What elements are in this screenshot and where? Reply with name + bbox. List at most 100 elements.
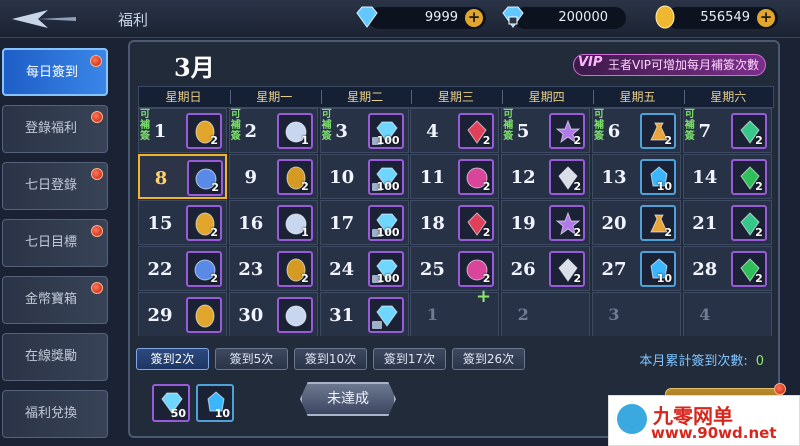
- diamond-reward-icon[interactable]: [367, 297, 404, 333]
- calendar-day[interactable]: 28 2: [682, 246, 772, 291]
- calendar-day[interactable]: 10 100: [319, 154, 409, 199]
- crystal-reward-icon[interactable]: 10: [640, 251, 676, 287]
- calendar-day[interactable]: 31: [319, 292, 409, 336]
- calendar-day[interactable]: 可補簽 7 2: [682, 108, 772, 153]
- orb-reward-icon[interactable]: 2: [458, 159, 495, 195]
- day-number: 27: [601, 259, 627, 280]
- diamond-reward-icon[interactable]: 100: [367, 113, 404, 149]
- reward-quantity: 2: [482, 226, 491, 239]
- sidebar-item-label: 在線獎勵: [25, 349, 78, 364]
- vip-text: 王者VIP可增加每月補簽次數: [608, 58, 759, 72]
- gem-reward-icon[interactable]: 2: [730, 113, 767, 149]
- tab-milestone-0[interactable]: 簽到2次: [136, 348, 209, 370]
- calendar-day[interactable]: 29: [138, 292, 227, 336]
- calendar-day[interactable]: 42: [410, 108, 500, 153]
- gold-reward-icon[interactable]: 2: [186, 113, 222, 149]
- sidebar-item-1[interactable]: 登錄福利: [2, 105, 108, 153]
- calendar-day[interactable]: 可補簽 3 100: [319, 108, 409, 153]
- calendar-day[interactable]: 13 10: [592, 154, 681, 199]
- orb-reward-icon[interactable]: 1: [276, 205, 313, 241]
- diamond-reward-icon[interactable]: 100: [367, 159, 404, 195]
- sidebar-item-0[interactable]: 每日簽到: [2, 48, 108, 96]
- sidebar-item-4[interactable]: 金幣寶箱: [2, 276, 108, 324]
- diamond-milestone-reward-icon[interactable]: 50: [152, 384, 190, 422]
- calendar-day[interactable]: 14 2: [682, 154, 772, 199]
- sidebar-item-5[interactable]: 在線獎勵: [2, 333, 108, 381]
- gold-reward-icon[interactable]: 2: [276, 251, 313, 287]
- diamond-reward-icon[interactable]: 100: [367, 251, 404, 287]
- calendar-day[interactable]: 92: [228, 154, 318, 199]
- calendar-day[interactable]: 17 100: [319, 200, 409, 245]
- calendar-day[interactable]: 27 10: [592, 246, 681, 291]
- orb-reward-icon[interactable]: 2: [187, 160, 223, 196]
- calendar-day[interactable]: 11 2: [410, 154, 500, 199]
- calendar-day[interactable]: 22 2: [138, 246, 227, 291]
- calendar-day[interactable]: 3: [592, 292, 681, 336]
- sidebar-item-3[interactable]: 七日目標: [2, 219, 108, 267]
- calendar-day[interactable]: 19 2: [501, 200, 591, 245]
- sidebar-item-2[interactable]: 七日登錄: [2, 162, 108, 210]
- day-number: 26: [510, 259, 536, 280]
- star-reward-icon[interactable]: 2: [549, 205, 586, 241]
- gem-reward-icon[interactable]: 2: [549, 159, 586, 195]
- calendar-day[interactable]: 可補簽 2 1: [228, 108, 318, 153]
- gem-reward-icon[interactable]: 2: [730, 205, 767, 241]
- crystal-milestone-reward-icon[interactable]: 10: [196, 384, 234, 422]
- calendar-day[interactable]: 4: [682, 292, 772, 336]
- tab-milestone-1[interactable]: 簽到5次: [215, 348, 288, 370]
- calendar-day[interactable]: 16 1: [228, 200, 318, 245]
- bag-reward-icon[interactable]: 2: [640, 113, 676, 149]
- calendar-day[interactable]: 24 100: [319, 246, 409, 291]
- calendar-day[interactable]: 2: [501, 292, 591, 336]
- reward-quantity: 100: [376, 272, 400, 285]
- gem-reward-icon[interactable]: 2: [730, 251, 767, 287]
- calendar-day[interactable]: 12 2: [501, 154, 591, 199]
- not-achieved-button[interactable]: 未達成: [300, 382, 396, 416]
- back-arrow-icon[interactable]: [8, 6, 78, 32]
- calendar-day[interactable]: 23 2: [228, 246, 318, 291]
- gem-reward-icon[interactable]: 2: [458, 113, 495, 149]
- calendar-day[interactable]: 30: [228, 292, 318, 336]
- crystal-reward-icon[interactable]: 10: [640, 159, 676, 195]
- orb-reward-icon[interactable]: 1: [276, 113, 313, 149]
- day-number: 9: [244, 167, 258, 188]
- bag-reward-icon[interactable]: 2: [640, 205, 676, 241]
- calendar-day[interactable]: 26 2: [501, 246, 591, 291]
- diamond-reward-icon[interactable]: 100: [367, 205, 404, 241]
- calendar-day[interactable]: 15 2: [138, 200, 227, 245]
- gold-reward-icon[interactable]: 2: [186, 205, 222, 241]
- calendar-day[interactable]: 可補簽 6 2: [592, 108, 681, 153]
- reward-quantity: 100: [376, 226, 400, 239]
- day-number: 17: [329, 213, 355, 234]
- tab-milestone-3[interactable]: 簽到17次: [373, 348, 446, 370]
- gold-reward-icon[interactable]: 2: [276, 159, 313, 195]
- orb-reward-icon[interactable]: [276, 297, 313, 333]
- day-number: 8: [154, 168, 168, 189]
- orb-reward-icon[interactable]: 2: [458, 251, 495, 287]
- vip-banner[interactable]: VIP 王者VIP可增加每月補簽次數: [573, 54, 766, 76]
- gem-reward-icon[interactable]: 2: [458, 205, 495, 241]
- calendar-day[interactable]: 可補簽 1 2: [138, 108, 227, 153]
- calendar-day[interactable]: 18 2: [410, 200, 500, 245]
- add-diamond-button[interactable]: +: [465, 9, 483, 27]
- sidebar-item-6[interactable]: 福利兌換: [2, 390, 108, 438]
- calendar-day[interactable]: 21 2: [682, 200, 772, 245]
- tab-milestone-2[interactable]: 簽到10次: [294, 348, 367, 370]
- calendar-day[interactable]: 可補簽 5 2: [501, 108, 591, 153]
- month-title: 3月: [174, 53, 215, 82]
- add-gold-button[interactable]: +: [757, 9, 775, 27]
- calendar-day[interactable]: 82: [138, 154, 227, 199]
- calendar-day[interactable]: 20 2: [592, 200, 681, 245]
- gem-reward-icon[interactable]: 2: [730, 159, 767, 195]
- weekday-separator: [229, 90, 231, 104]
- gem-reward-icon[interactable]: 2: [549, 251, 586, 287]
- day-number: 15: [147, 213, 173, 234]
- gold-reward-icon[interactable]: [186, 297, 222, 333]
- orb-reward-icon[interactable]: 2: [186, 251, 222, 287]
- tab-milestone-4[interactable]: 簽到26次: [452, 348, 525, 370]
- calendar-day[interactable]: 25 2: [410, 246, 500, 291]
- day-number: 25: [419, 259, 445, 280]
- day-number: 23: [238, 259, 264, 280]
- gold-count: 556549: [700, 10, 750, 25]
- star-reward-icon[interactable]: 2: [549, 113, 586, 149]
